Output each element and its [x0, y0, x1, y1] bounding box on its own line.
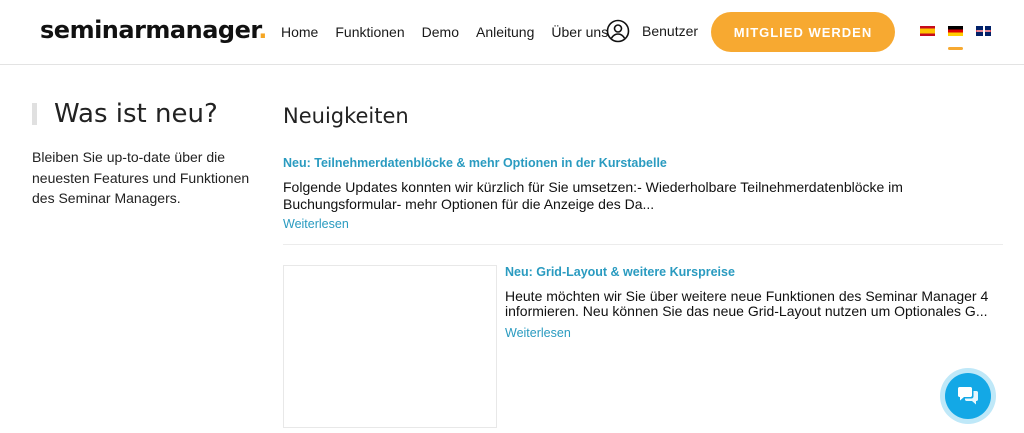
nav-home[interactable]: Home — [281, 24, 318, 40]
sidebar-title: Was ist neu? — [54, 99, 218, 129]
chat-button-inner — [945, 373, 991, 419]
news-divider — [283, 244, 1003, 245]
page-title: Neuigkeiten — [283, 104, 409, 128]
logo-text: seminarmanager — [40, 16, 259, 44]
user-menu[interactable]: Benutzer — [606, 19, 698, 43]
news-item-2-title[interactable]: Neu: Grid-Layout & weitere Kurspreise — [505, 265, 735, 279]
nav-funktionen[interactable]: Funktionen — [335, 24, 404, 40]
main-nav: Home Funktionen Demo Anleitung Über uns — [281, 0, 625, 64]
news-item-2-image[interactable] — [283, 265, 497, 428]
german-flag-icon[interactable] — [948, 26, 963, 36]
user-label: Benutzer — [642, 23, 699, 39]
logo[interactable]: seminarmanager. — [40, 16, 267, 44]
english-flag-icon[interactable] — [976, 26, 991, 36]
language-switcher — [920, 26, 1004, 36]
nav-demo[interactable]: Demo — [422, 24, 459, 40]
site-header: seminarmanager. Home Funktionen Demo Anl… — [0, 0, 1024, 65]
active-language-indicator — [948, 47, 963, 50]
chat-bubbles-icon — [958, 387, 978, 405]
title-accent-bar — [32, 103, 37, 125]
news-item-1-title[interactable]: Neu: Teilnehmerdatenblöcke & mehr Option… — [283, 156, 667, 170]
nav-ueber-uns[interactable]: Über uns — [551, 24, 608, 40]
nav-anleitung[interactable]: Anleitung — [476, 24, 534, 40]
news-item-2-read-more[interactable]: Weiterlesen — [505, 326, 571, 340]
news-item-1-read-more[interactable]: Weiterlesen — [283, 217, 349, 231]
logo-dot: . — [258, 16, 267, 44]
chat-button[interactable] — [940, 368, 996, 424]
news-item-2-text: Heute möchten wir Sie über weitere neue … — [505, 288, 989, 319]
news-item-1-text: Folgende Updates konnten wir kürzlich fü… — [283, 179, 903, 212]
sidebar-description: Bleiben Sie up-to-date über die neuesten… — [32, 149, 250, 206]
spanish-flag-icon[interactable] — [920, 26, 935, 36]
user-circle-icon — [606, 19, 630, 43]
become-member-button[interactable]: MITGLIED WERDEN — [711, 12, 895, 52]
